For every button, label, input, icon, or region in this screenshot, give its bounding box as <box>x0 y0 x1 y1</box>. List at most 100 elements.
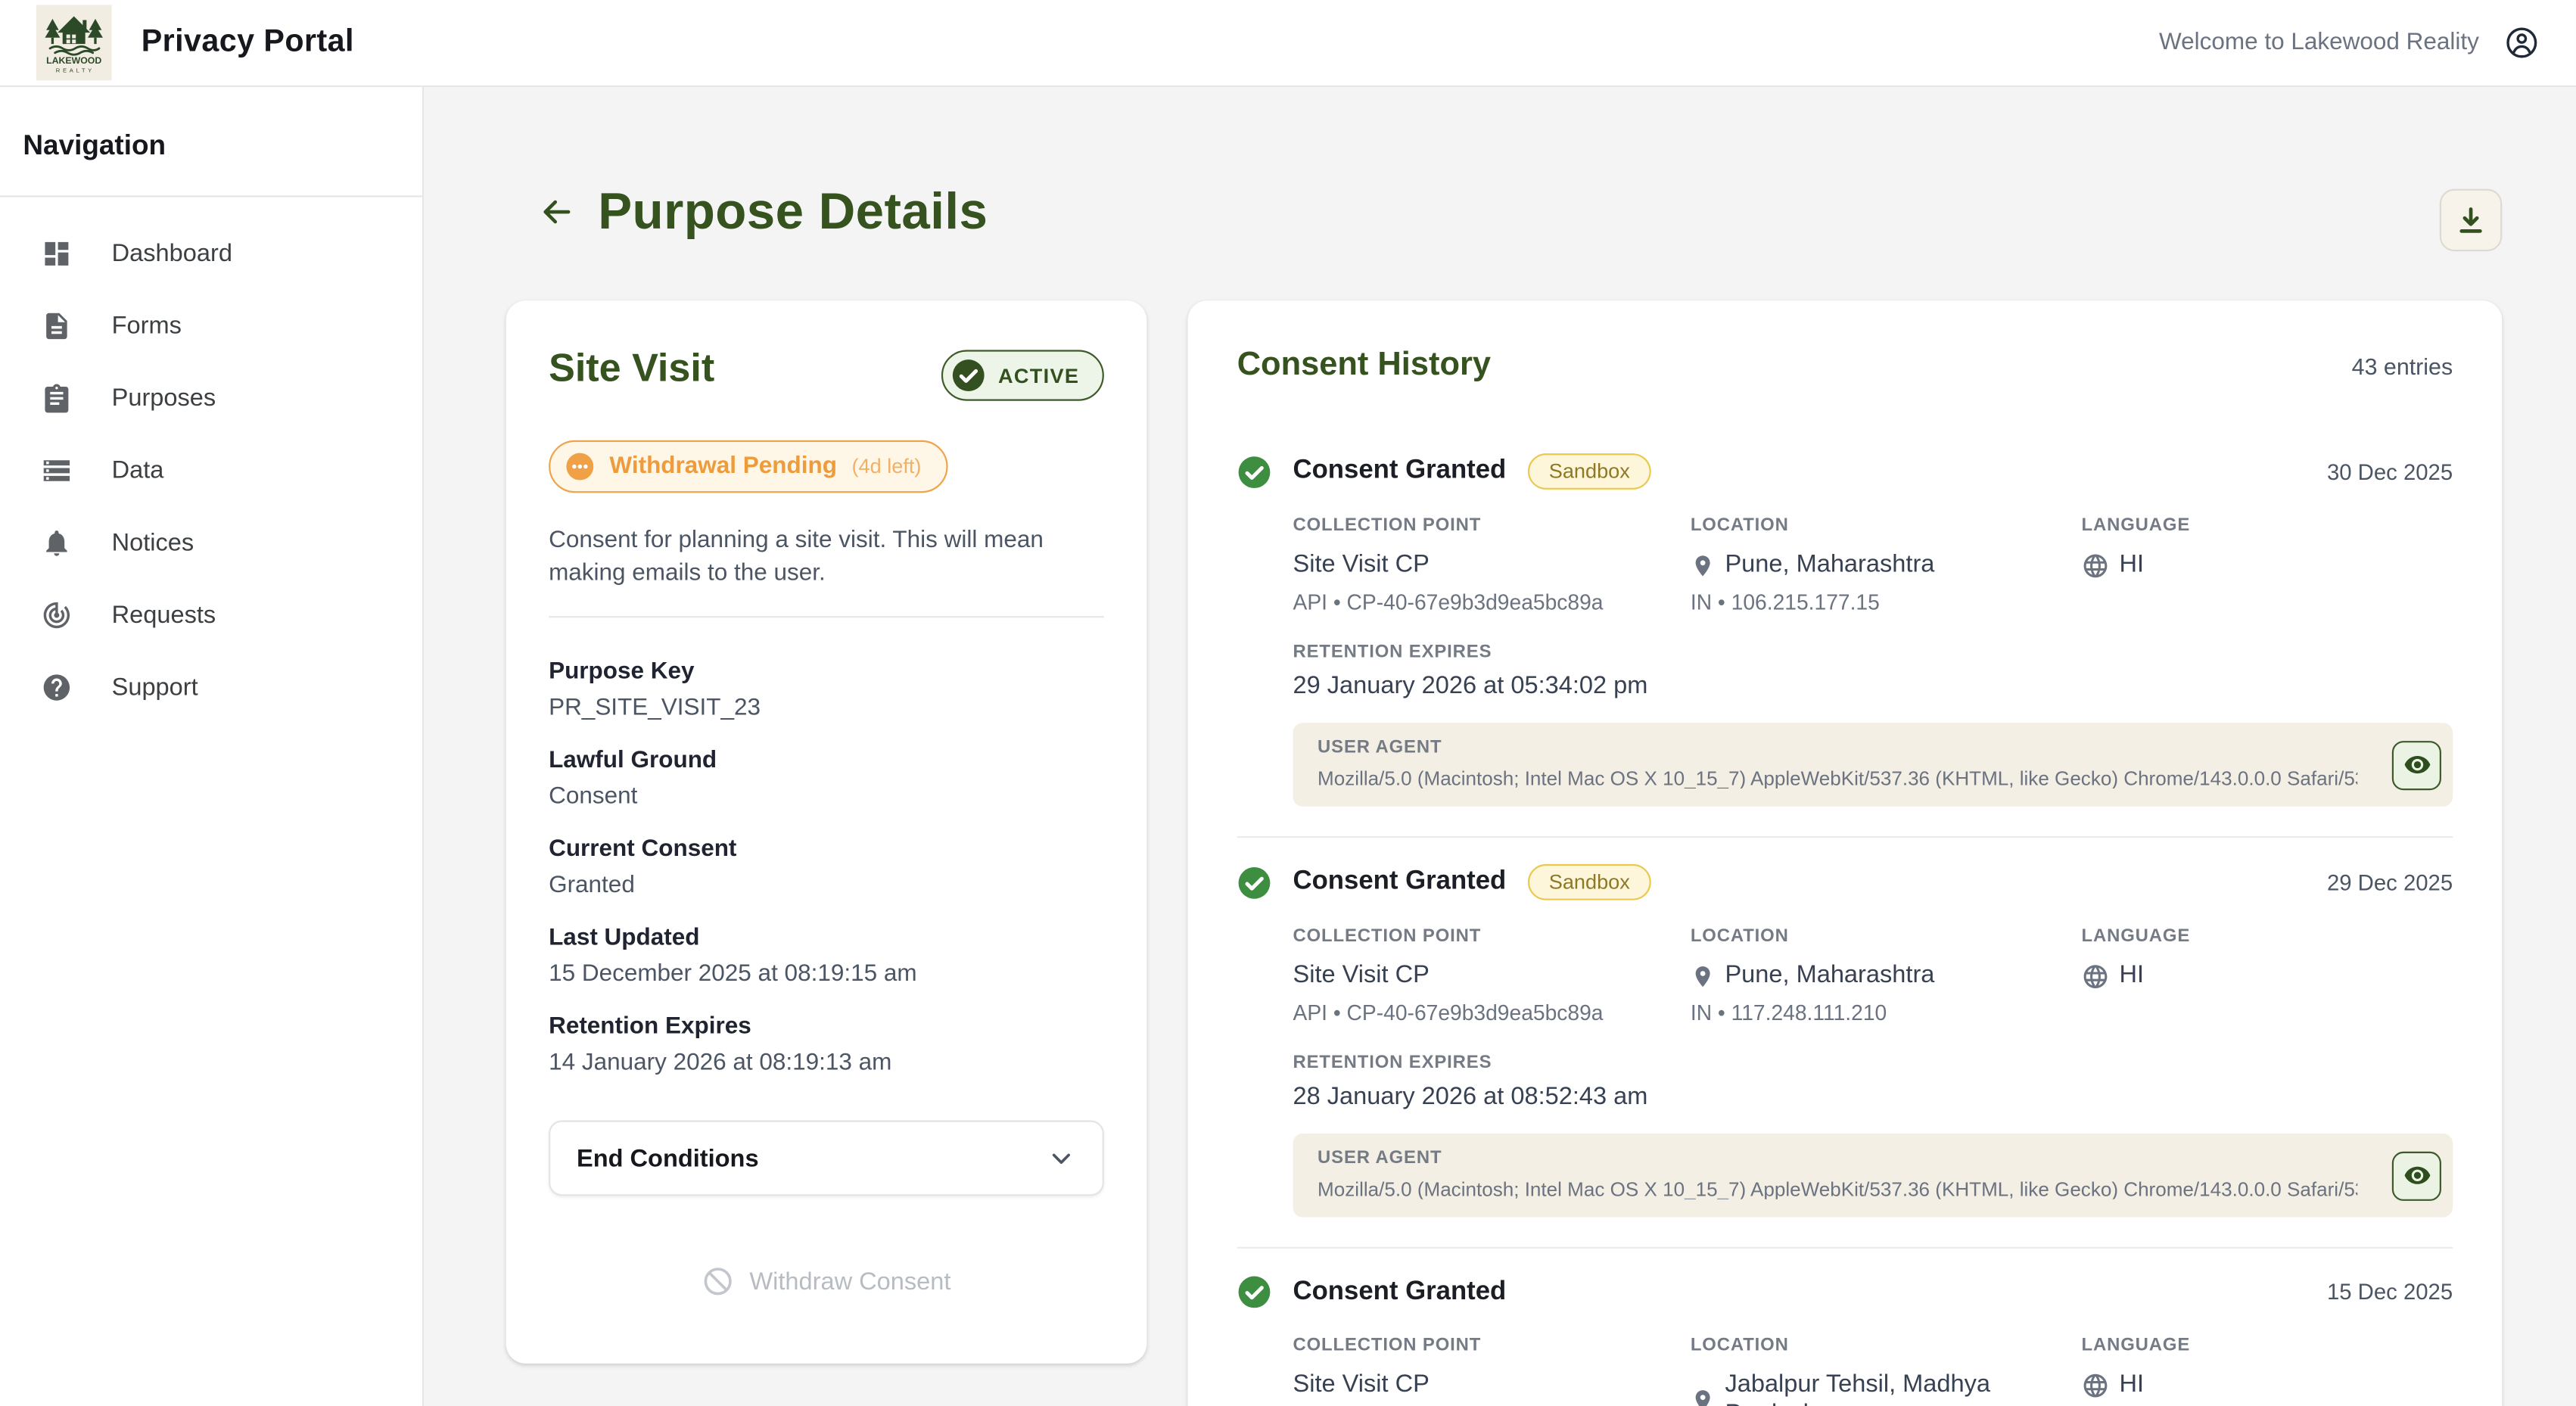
collection-point-value: Site Visit CP <box>1293 961 1690 991</box>
retention-block: RETENTION EXPIRES 28 January 2026 at 08:5… <box>1293 1053 2453 1111</box>
globe-icon <box>2082 551 2110 579</box>
entry-date: 29 Dec 2025 <box>2327 869 2453 894</box>
check-circle-icon <box>1237 454 1272 489</box>
entry-header: Consent GrantedSandbox29 Dec 2025 <box>1237 864 2453 901</box>
top-header: LAKEWOOD REALTY Privacy Portal Welcome t… <box>0 0 2576 87</box>
location-value: Pune, Maharashtra <box>1691 961 2082 991</box>
app-root: LAKEWOOD REALTY Privacy Portal Welcome t… <box>0 0 2576 1406</box>
eye-icon <box>2403 751 2431 779</box>
field-label: Last Updated <box>549 924 1104 953</box>
user-agent-value: Mozilla/5.0 (Macintosh; Intel Mac OS X 1… <box>1318 769 2357 789</box>
sidebar-item-dashboard[interactable]: Dashboard <box>0 217 422 290</box>
field-label: Lawful Ground <box>549 747 1104 776</box>
sidebar-item-forms[interactable]: Forms <box>0 289 422 362</box>
sidebar-item-label: Dashboard <box>112 239 232 267</box>
welcome-text: Welcome to Lakewood Reality <box>2159 30 2479 56</box>
svg-text:LAKEWOOD: LAKEWOOD <box>46 55 101 66</box>
field-label: Retention Expires <box>549 1013 1104 1042</box>
consent-entry: Consent Granted15 Dec 2025COLLECTION POI… <box>1237 1249 2453 1406</box>
entries-count: 43 entries <box>2352 353 2453 380</box>
collection-point-col: COLLECTION POINTSite Visit CPAPI • CP-40… <box>1293 926 1690 1026</box>
status-badge-label: ACTIVE <box>998 364 1079 387</box>
document-icon <box>41 310 72 341</box>
sidebar-item-notices[interactable]: Notices <box>0 506 422 579</box>
clipboard-icon <box>41 382 72 413</box>
sidebar-item-requests[interactable]: Requests <box>0 578 422 651</box>
user-account-icon[interactable] <box>2503 25 2540 61</box>
eye-icon <box>2403 1162 2431 1190</box>
entry-status: Consent Granted <box>1293 1277 1506 1307</box>
location-pin-icon <box>1691 553 1716 578</box>
globe-icon <box>2082 1371 2110 1399</box>
language-value: HI <box>2082 961 2453 991</box>
field-value: 15 December 2025 at 08:19:15 am <box>549 960 1104 990</box>
view-user-agent-button[interactable] <box>2392 1151 2441 1200</box>
header-right: Welcome to Lakewood Reality <box>2159 25 2540 61</box>
chevron-down-icon <box>1047 1144 1076 1174</box>
sidebar-item-purposes[interactable]: Purposes <box>0 362 422 434</box>
language-col: LANGUAGEHI <box>2082 926 2453 1026</box>
withdraw-consent-button[interactable]: Withdraw Consent <box>702 1266 950 1299</box>
user-agent-value: Mozilla/5.0 (Macintosh; Intel Mac OS X 1… <box>1318 1180 2357 1199</box>
sidebar-nav: Dashboard FormsPurposes Data Notices Request… <box>0 198 422 723</box>
retention-block: RETENTION EXPIRES29 January 2026 at 05:3… <box>1293 642 2453 700</box>
purpose-field: Lawful GroundConsent <box>549 747 1104 813</box>
user-agent-box: USER AGENT Mozilla/5.0 (Macintosh; Intel … <box>1293 1134 2453 1218</box>
withdrawal-pending-badge: Withdrawal Pending (4d left) <box>549 440 947 493</box>
location-ip: IN • 106.215.177.15 <box>1691 589 2082 616</box>
sidebar-item-label: Support <box>112 673 198 701</box>
location-header: LOCATION <box>1691 516 2082 537</box>
retention-header: RETENTION EXPIRES <box>1293 1053 2453 1075</box>
purpose-field: Purpose KeyPR_SITE_VISIT_23 <box>549 658 1104 723</box>
purpose-card: Site Visit ACTIVE Withdrawal Pending (4d… <box>506 300 1147 1364</box>
svg-text:REALTY: REALTY <box>56 67 95 74</box>
language-value: HI <box>2082 550 2453 580</box>
language-col: LANGUAGE HI <box>2082 516 2453 616</box>
withdraw-row: Withdraw Consent <box>549 1266 1104 1299</box>
ellipsis-circle-icon <box>565 452 595 481</box>
end-conditions-toggle[interactable]: End Conditions <box>549 1121 1104 1197</box>
user-agent-header: USER AGENT <box>1318 738 2357 759</box>
field-value: Granted <box>549 872 1104 901</box>
check-circle-icon <box>1237 1275 1272 1310</box>
sidebar-item-data[interactable]: Data <box>0 434 422 506</box>
language-value: HI <box>2082 1370 2453 1400</box>
retention-value: 28 January 2026 at 08:52:43 am <box>1293 1084 2453 1111</box>
view-user-agent-button[interactable] <box>2392 740 2441 789</box>
back-arrow-button[interactable] <box>537 192 577 232</box>
collection-point-header: COLLECTION POINT <box>1293 516 1690 537</box>
entry-date: 30 Dec 2025 <box>2327 459 2453 484</box>
sidebar-item-label: Data <box>112 456 164 484</box>
language-col: LANGUAGEHI <box>2082 1336 2453 1406</box>
page-header: Purpose Details <box>424 87 2576 241</box>
language-header: LANGUAGE <box>2082 516 2453 537</box>
sidebar-item-support[interactable]: Support <box>0 651 422 723</box>
entry-columns: COLLECTION POINTSite Visit CPAPI • CP-40… <box>1293 1336 2453 1406</box>
check-circle-icon <box>1237 865 1272 900</box>
sidebar-item-label: Notices <box>112 528 194 556</box>
location-ip: IN • 117.248.111.210 <box>1691 1000 2082 1027</box>
location-value: Jabalpur Tehsil, Madhya Pradesh <box>1691 1370 2082 1406</box>
location-header: LOCATION <box>1691 1336 2082 1357</box>
storage-icon <box>41 454 72 485</box>
end-conditions-label: End Conditions <box>577 1145 759 1173</box>
retention-value: 29 January 2026 at 05:34:02 pm <box>1293 673 2453 700</box>
dashboard-icon <box>41 238 72 269</box>
sandbox-badge: Sandbox <box>1527 453 1651 490</box>
user-agent-header: USER AGENT <box>1318 1148 2357 1169</box>
sidebar-item-label: Requests <box>112 600 216 628</box>
page-title: Purpose Details <box>598 182 988 241</box>
location-pin-icon <box>1691 963 1716 988</box>
purpose-field: Current ConsentGranted <box>549 835 1104 901</box>
main-content: Purpose Details Site Visit ACTIVE Withdr… <box>424 87 2576 1406</box>
withdrawal-badge-label: Withdrawal Pending <box>609 453 837 480</box>
download-button[interactable] <box>2440 189 2502 251</box>
lakewood-realty-logo: LAKEWOOD REALTY <box>36 5 112 81</box>
check-circle-icon <box>950 358 985 393</box>
entry-status: Consent Granted <box>1293 867 1506 897</box>
entry-body: COLLECTION POINTSite Visit CPAPI • CP-40… <box>1293 490 2453 807</box>
field-value: 14 January 2026 at 08:19:13 am <box>549 1049 1104 1078</box>
entry-columns: COLLECTION POINTSite Visit CPAPI • CP-40… <box>1293 516 2453 616</box>
collection-point-col: COLLECTION POINTSite Visit CPAPI • CP-40… <box>1293 516 1690 616</box>
entry-header: Consent GrantedSandbox30 Dec 2025 <box>1237 453 2453 490</box>
